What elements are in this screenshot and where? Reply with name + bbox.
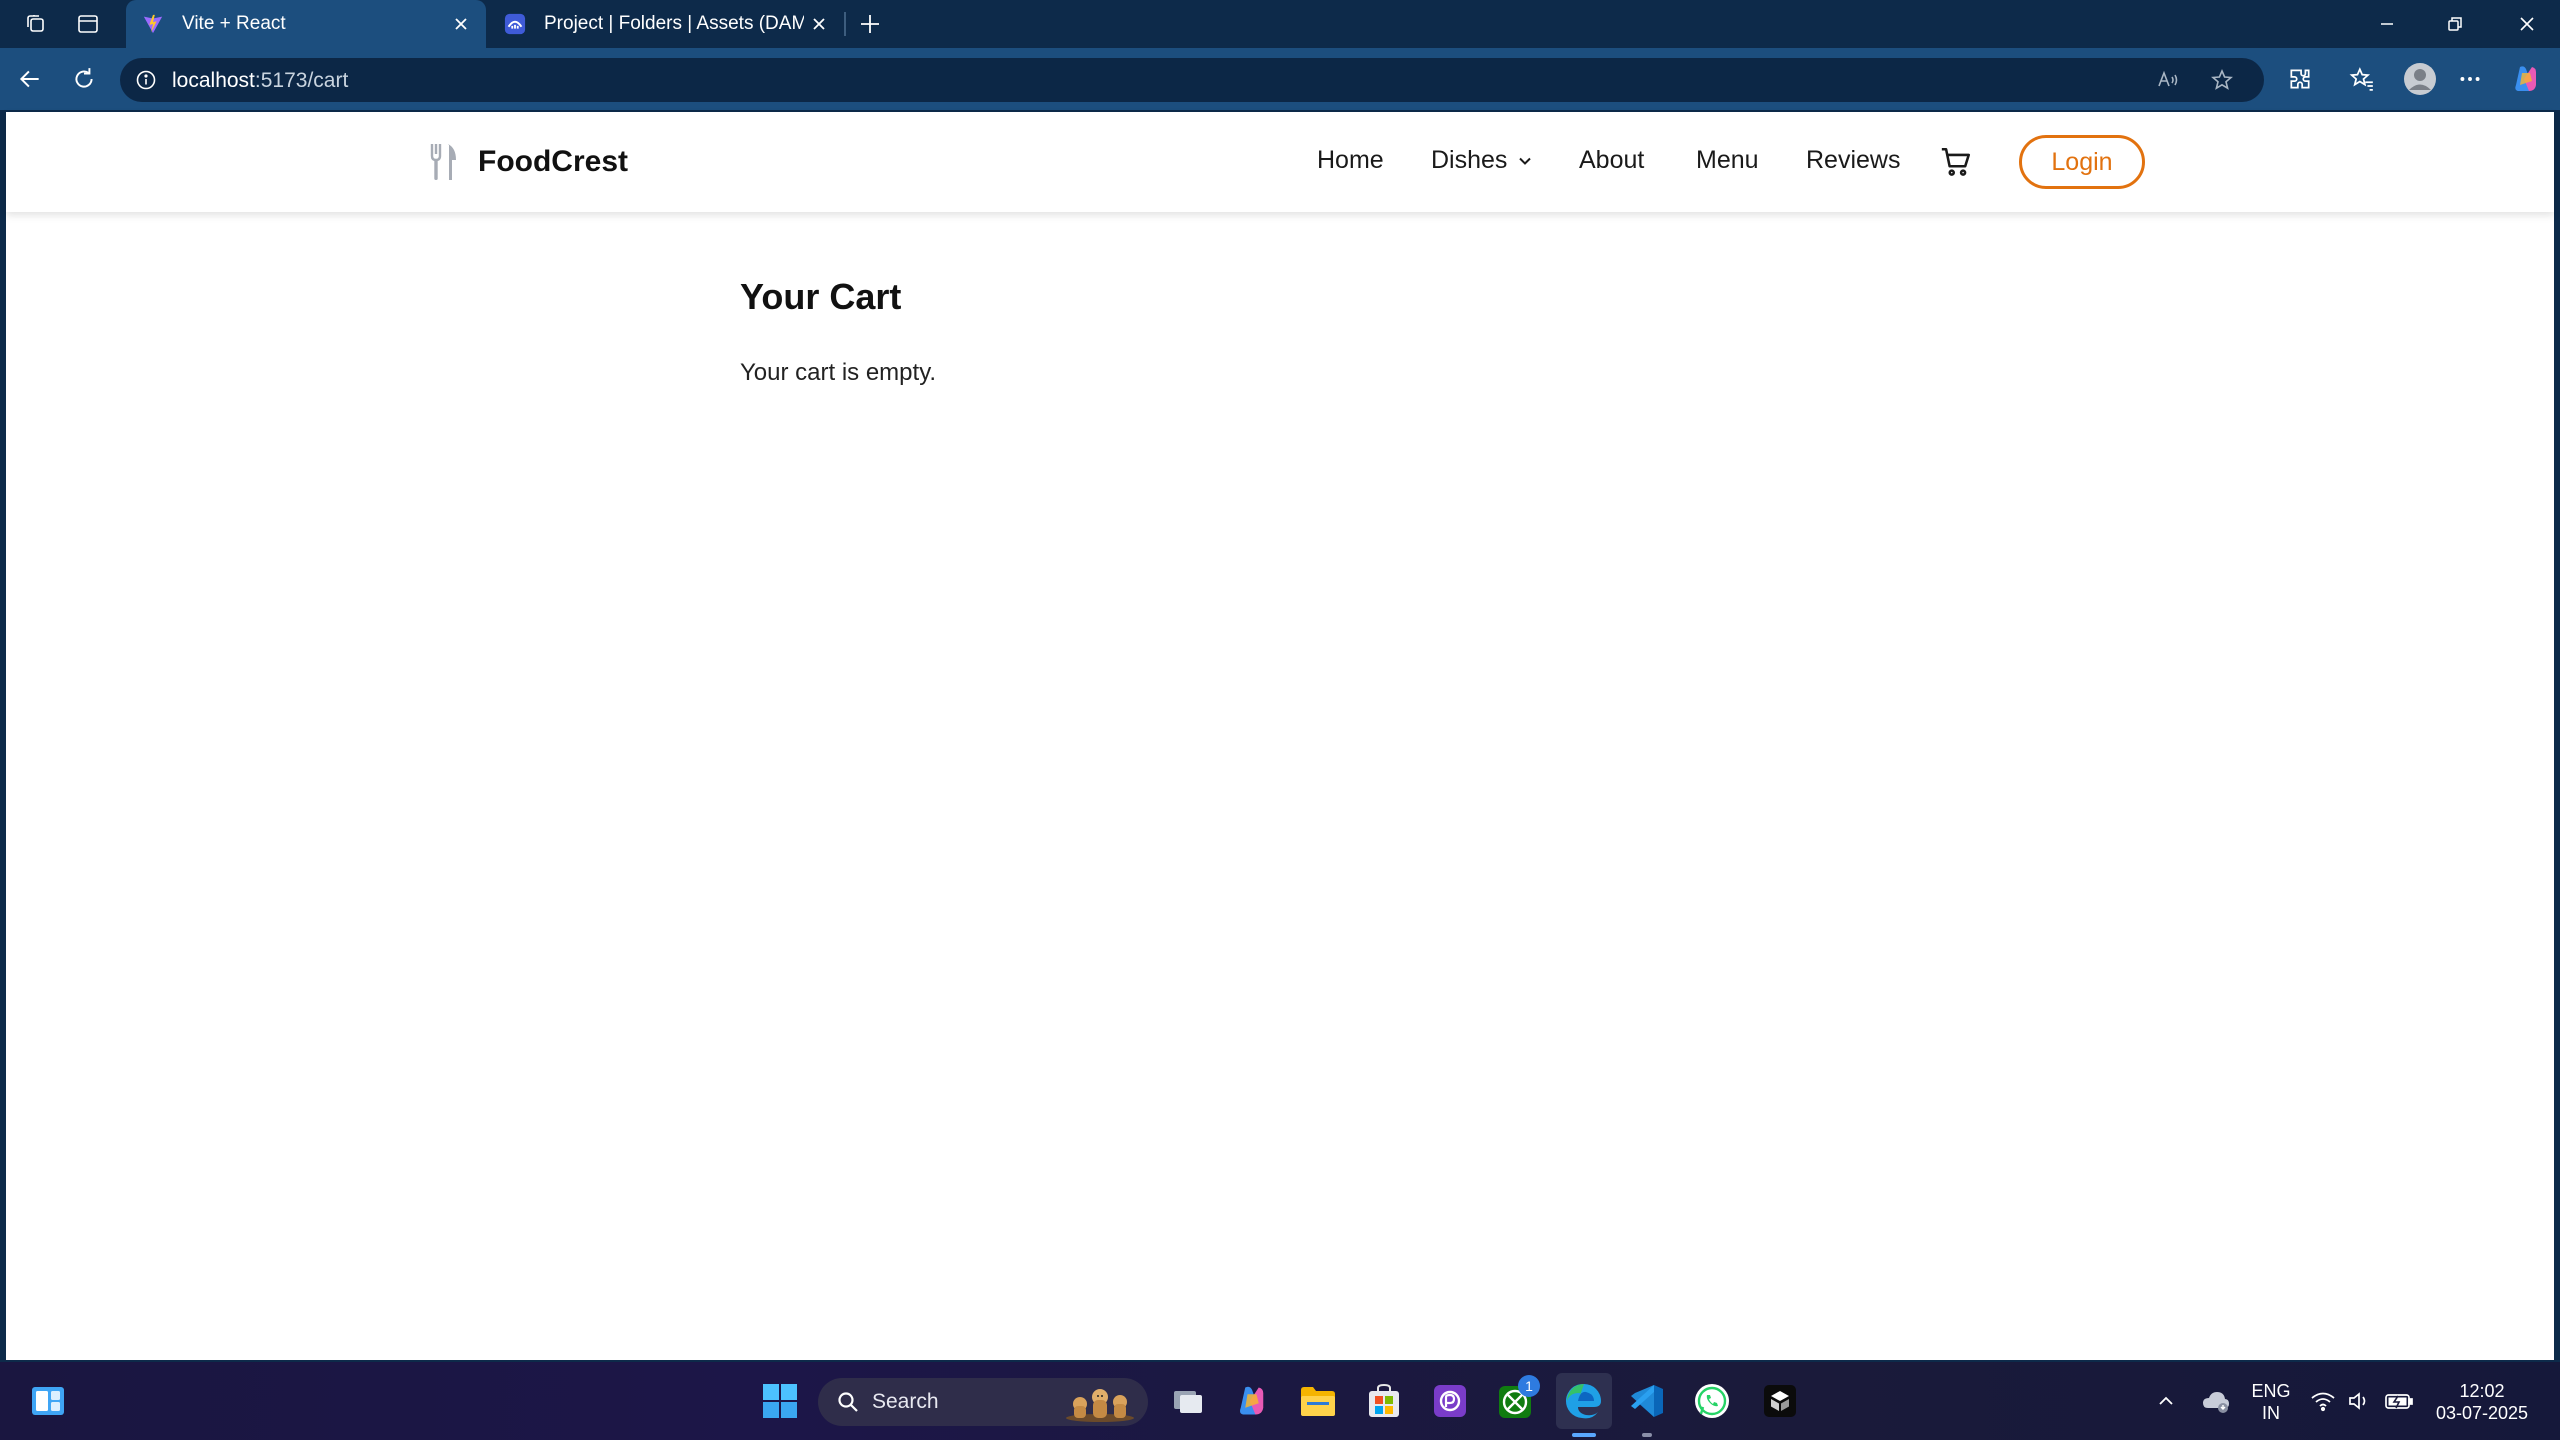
tab-vite-react[interactable]: Vite + React	[126, 0, 486, 48]
xbox-notification-badge: 1	[1518, 1375, 1540, 1397]
tab-actions-icon[interactable]	[72, 8, 104, 40]
task-view-icon[interactable]	[1166, 1379, 1210, 1423]
language-indicator[interactable]: ENG IN	[2248, 1380, 2294, 1424]
brand-name: FoodCrest	[478, 145, 628, 178]
url-host: localhost	[172, 69, 255, 92]
restore-icon[interactable]	[2422, 0, 2488, 48]
back-icon[interactable]	[14, 63, 46, 95]
new-tab-icon[interactable]	[854, 8, 886, 40]
nav-home-link[interactable]: Home	[1317, 146, 1384, 175]
nav-dishes-label: Dishes	[1431, 146, 1508, 174]
workspaces-icon[interactable]	[20, 8, 52, 40]
show-hidden-icons-chevron[interactable]	[2144, 1379, 2188, 1423]
search-label: Search	[872, 1390, 939, 1413]
edge-active-indicator	[1572, 1433, 1596, 1437]
nav-reviews-link[interactable]: Reviews	[1806, 146, 1900, 175]
url-text[interactable]: localhost:5173/cart	[172, 69, 348, 93]
tab-project-dam[interactable]: Project | Folders | Assets (DAM) |	[488, 0, 844, 48]
login-button[interactable]: Login	[2019, 135, 2145, 189]
profile-avatar-icon[interactable]	[2400, 63, 2440, 95]
nav-dishes-dropdown[interactable]: Dishes	[1431, 146, 1535, 175]
close-window-icon[interactable]	[2494, 0, 2560, 48]
language-region: IN	[2262, 1403, 2280, 1423]
tab-title: Project | Folders | Assets (DAM) |	[544, 13, 804, 34]
site-info-icon[interactable]	[132, 66, 160, 94]
widgets-icon[interactable]	[26, 1379, 70, 1423]
refresh-icon[interactable]	[68, 63, 100, 95]
language-code: ENG	[2251, 1381, 2291, 1401]
site-navbar: FoodCrest Home Dishes About Menu Reviews…	[6, 112, 2554, 212]
volume-icon[interactable]	[2342, 1379, 2376, 1423]
close-tab-icon[interactable]	[804, 9, 834, 39]
vite-icon	[140, 11, 166, 37]
favorite-star-icon[interactable]	[2208, 66, 2236, 94]
taskbar-clock[interactable]: 12:02 03-07-2025	[2432, 1380, 2532, 1424]
onedrive-cloud-icon[interactable]	[2194, 1379, 2238, 1423]
browser-toolbar: localhost:5173/cart	[0, 48, 2560, 110]
cart-page-title: Your Cart	[740, 276, 902, 317]
cube-app-icon[interactable]	[1758, 1379, 1802, 1423]
xbox-icon[interactable]: 1	[1494, 1375, 1540, 1423]
minimize-icon[interactable]	[2354, 0, 2420, 48]
search-icon	[836, 1390, 860, 1414]
copilot-app-icon[interactable]	[1230, 1379, 1274, 1423]
url-path: :5173/cart	[254, 69, 349, 92]
tab-divider	[844, 12, 846, 36]
cart-icon[interactable]	[1938, 144, 1974, 180]
close-tab-icon[interactable]	[446, 9, 476, 39]
windows-start-icon[interactable]	[758, 1379, 802, 1423]
vscode-running-indicator	[1642, 1433, 1652, 1437]
favorites-icon[interactable]	[2346, 63, 2378, 95]
web-page: FoodCrest Home Dishes About Menu Reviews…	[6, 112, 2554, 1360]
browser-tab-bar: Vite + React Project | Folders | Assets …	[0, 0, 2560, 48]
nav-menu-link[interactable]: Menu	[1696, 146, 1759, 175]
file-explorer-icon[interactable]	[1296, 1379, 1340, 1423]
tab-title: Vite + React	[182, 13, 286, 34]
more-options-icon[interactable]	[2454, 63, 2486, 95]
whatsapp-icon[interactable]	[1690, 1379, 1734, 1423]
clock-date: 03-07-2025	[2435, 1403, 2529, 1423]
dam-icon	[502, 11, 528, 37]
taskbar-search-box[interactable]: Search	[818, 1378, 1148, 1426]
search-highlight-icon	[1062, 1382, 1138, 1422]
address-bar[interactable]: localhost:5173/cart	[120, 58, 2264, 102]
wifi-icon[interactable]	[2306, 1379, 2340, 1423]
windows-taskbar: Search 1 ENG IN 12:02 03-07-2025	[0, 1362, 2560, 1440]
clock-time: 12:02	[2459, 1381, 2505, 1401]
battery-icon[interactable]	[2380, 1379, 2418, 1423]
nav-about-link[interactable]: About	[1579, 146, 1644, 175]
read-aloud-icon[interactable]	[2154, 66, 2182, 94]
chevron-down-icon	[1517, 152, 1535, 170]
vscode-icon[interactable]	[1624, 1379, 1668, 1423]
extensions-icon[interactable]	[2284, 63, 2316, 95]
copilot-icon[interactable]	[2510, 63, 2542, 95]
edge-browser-icon[interactable]	[1556, 1373, 1612, 1429]
fork-knife-icon	[424, 142, 464, 182]
microsoft-store-icon[interactable]	[1362, 1379, 1406, 1423]
cart-empty-message: Your cart is empty.	[740, 359, 937, 386]
phone-link-icon[interactable]	[1428, 1379, 1472, 1423]
site-logo[interactable]: FoodCrest	[424, 142, 628, 182]
